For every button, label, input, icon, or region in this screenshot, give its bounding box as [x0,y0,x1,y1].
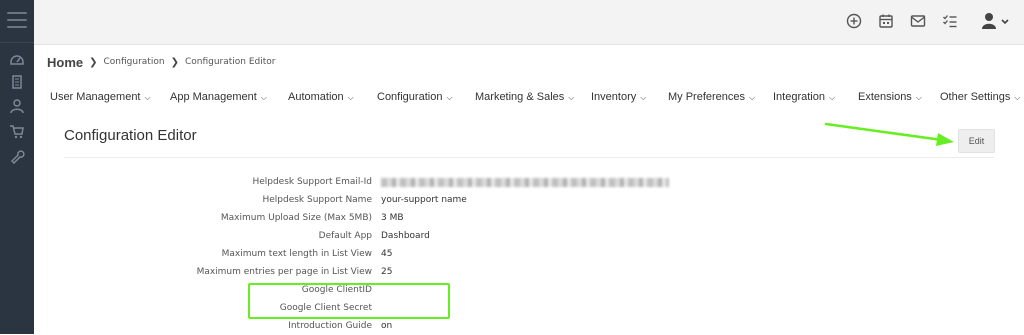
chevron-down-icon: ⌵ [640,93,647,102]
setting-row-helpdesk-email: Helpdesk Support Email-Id [64,173,964,191]
breadcrumb-configuration[interactable]: Configuration [104,57,165,67]
menu-app-management[interactable]: App Management ⌵ [170,91,267,103]
menu-label: Marketing & Sales [475,91,565,103]
chevron-down-icon: ⌵ [828,93,836,102]
setting-row-helpdesk-name: Helpdesk Support Name your-support name [64,191,964,209]
setting-value: on [381,321,393,331]
chevron-down-icon: ⌵ [749,93,756,102]
chevron-down-icon: ⌵ [446,93,453,102]
shopping-cart-icon[interactable] [9,123,25,139]
highlight-box [248,283,450,319]
menu-label: My Preferences [668,91,746,103]
setting-label: Maximum text length in List View [221,249,372,259]
tasks-icon[interactable] [941,12,959,30]
setting-row-google-client-id: Google ClientID [64,281,964,299]
chevron-down-icon: ⌵ [915,93,922,102]
setting-row-max-entries: Maximum entries per page in List View 25 [64,263,964,281]
mail-icon[interactable] [909,12,927,30]
setting-label: Helpdesk Support Name [262,195,372,205]
menu-user-management[interactable]: User Management ⌵ [50,91,151,103]
add-circle-icon[interactable] [845,12,863,30]
user-icon[interactable] [9,98,25,114]
breadcrumb-configuration-editor: Configuration Editor [184,57,276,67]
breadcrumb-home[interactable]: Home [47,55,83,70]
setting-label: Helpdesk Support Email-Id [252,177,372,187]
menu-automation[interactable]: Automation ⌵ [288,91,354,103]
user-avatar-icon[interactable] [981,12,1011,30]
left-sidebar [0,0,34,334]
chevron-right-icon: ❯ [89,56,98,68]
menu-label: Configuration [377,91,443,103]
setting-value: 45 [381,249,393,259]
chevron-down-icon: ⌵ [1014,93,1021,102]
menu-integration[interactable]: Integration ⌵ [773,91,835,103]
setting-row-max-text-length: Maximum text length in List View 45 [64,245,964,263]
setting-value: 25 [381,267,393,277]
menu-inventory[interactable]: Inventory ⌵ [591,91,646,103]
menu-extensions[interactable]: Extensions ⌵ [858,91,922,103]
menu-label: Automation [288,91,344,103]
settings-menu-bar: User Management ⌵ App Management ⌵ Automat… [50,91,1024,109]
dashboard-icon[interactable] [9,51,25,67]
chevron-down-icon: ⌵ [144,93,151,102]
breadcrumb: Home ❯ Configuration ❯ Configuration Edi… [47,53,276,71]
setting-value: Dashboard [381,231,430,241]
menu-label: Other Settings [940,91,1011,103]
setting-label: Default App [318,231,372,241]
edit-button[interactable]: Edit [958,129,995,153]
setting-row-introduction-guide: Introduction Guide on [64,317,964,335]
sidebar-divider [0,42,34,43]
title-divider [64,157,994,158]
calendar-icon[interactable] [877,12,895,30]
chevron-down-icon: ⌵ [347,93,354,102]
building-icon[interactable] [9,74,25,90]
setting-value: 3 MB [381,213,404,223]
menu-other-settings[interactable]: Other Settings ⌵ [940,91,1020,103]
chevron-down-icon: ⌵ [568,93,575,102]
top-header [34,0,1024,45]
chevron-right-icon: ❯ [170,56,179,68]
menu-my-preferences[interactable]: My Preferences ⌵ [668,91,755,103]
redacted-email-value [381,178,669,187]
setting-label: Introduction Guide [288,321,372,331]
setting-value: your-support name [381,195,467,205]
chevron-down-icon: ⌵ [260,93,267,102]
menu-marketing-sales[interactable]: Marketing & Sales ⌵ [475,91,574,103]
setting-row-default-app: Default App Dashboard [64,227,964,245]
wrench-icon[interactable] [9,148,25,164]
setting-label: Maximum Upload Size (Max 5MB) [220,213,372,223]
setting-row-google-client-secret: Google Client Secret [64,299,964,317]
menu-toggle-icon[interactable] [7,12,27,33]
menu-label: Extensions [858,91,912,103]
menu-configuration[interactable]: Configuration ⌵ [377,91,453,103]
setting-label: Maximum entries per page in List View [196,267,372,277]
setting-row-max-upload: Maximum Upload Size (Max 5MB) 3 MB [64,209,964,227]
page-title: Configuration Editor [64,127,197,144]
menu-label: Integration [773,91,825,103]
menu-label: User Management [50,91,141,103]
menu-label: App Management [170,91,257,103]
annotation-arrow-icon [824,122,954,146]
menu-label: Inventory [591,91,637,103]
